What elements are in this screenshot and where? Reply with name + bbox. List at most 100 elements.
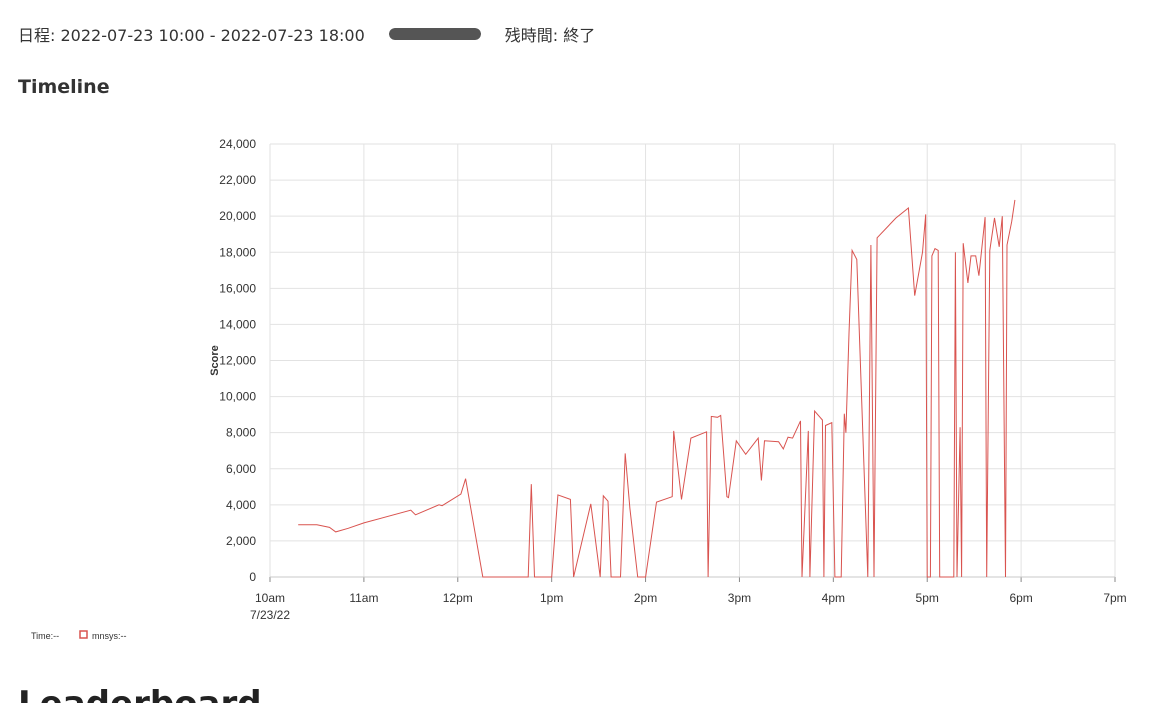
data-point (956, 576, 957, 577)
y-tick-label: 16,000 (219, 281, 256, 295)
series-line-mnsys (298, 199, 1016, 578)
data-point (442, 505, 443, 506)
x-tick-label: 12pm (443, 591, 473, 605)
y-tick-label: 4,000 (226, 498, 256, 512)
data-point (925, 214, 926, 215)
data-point (298, 524, 299, 525)
data-point (823, 576, 824, 577)
data-point (999, 246, 1000, 247)
x-tick-label: 11am (349, 591, 378, 605)
data-point (1014, 199, 1015, 200)
data-point (726, 496, 727, 497)
data-point (531, 483, 532, 484)
data-point (867, 576, 868, 577)
y-tick-label: 0 (249, 570, 256, 584)
page: 日程: 2022-07-23 10:00 - 2022-07-23 18:00 … (0, 0, 1170, 703)
schedule-text: 日程: 2022-07-23 10:00 - 2022-07-23 18:00 (18, 26, 365, 45)
x-tick-label: 2pm (634, 591, 657, 605)
legend-series: mnsys:-- (92, 631, 127, 641)
data-point (927, 576, 928, 577)
data-point (645, 576, 646, 577)
x-tick-label: 10am (255, 591, 285, 605)
data-point (528, 576, 529, 577)
data-point (673, 430, 674, 431)
data-point (706, 431, 707, 432)
data-point (1011, 221, 1012, 222)
data-point (551, 576, 552, 577)
data-point (620, 576, 621, 577)
data-point (975, 255, 976, 256)
data-point (801, 576, 802, 577)
data-point (985, 216, 986, 217)
data-point (870, 244, 871, 245)
data-point (329, 527, 330, 528)
data-point (611, 576, 612, 577)
data-point (728, 497, 729, 498)
data-point (637, 576, 638, 577)
data-point (1002, 216, 1003, 217)
y-tick-label: 2,000 (226, 534, 256, 548)
data-point (959, 427, 960, 428)
y-tick-label: 10,000 (219, 390, 256, 404)
data-point (814, 410, 815, 411)
data-point (711, 416, 712, 417)
schedule-row: 日程: 2022-07-23 10:00 - 2022-07-23 18:00 … (18, 22, 595, 46)
data-point (690, 437, 691, 438)
data-point (930, 576, 931, 577)
data-point (845, 432, 846, 433)
data-point (600, 576, 601, 577)
x-tick-label: 7pm (1103, 591, 1126, 605)
x-tick-label: 3pm (728, 591, 751, 605)
data-point (922, 252, 923, 253)
data-point (672, 496, 673, 497)
data-point (800, 420, 801, 421)
data-point (873, 576, 874, 577)
data-point (625, 453, 626, 454)
data-point (363, 522, 364, 523)
progress-bar (388, 28, 481, 40)
data-point (534, 576, 535, 577)
y-tick-label: 8,000 (226, 426, 256, 440)
leaderboard-heading: Leaderboard (18, 684, 262, 703)
data-point (967, 282, 968, 283)
data-point (963, 243, 964, 244)
y-tick-label: 24,000 (219, 137, 256, 151)
y-tick-label: 14,000 (219, 317, 256, 331)
data-point (570, 499, 571, 500)
data-point (852, 250, 853, 251)
data-point (989, 250, 990, 251)
data-point (607, 501, 608, 502)
data-point (877, 237, 878, 238)
data-point (415, 514, 416, 515)
x-tick-label: 6pm (1009, 591, 1032, 605)
data-point (895, 217, 896, 218)
data-point (1006, 244, 1007, 245)
data-point (808, 430, 809, 431)
data-point (758, 437, 759, 438)
x-tick-label: 1pm (540, 591, 563, 605)
x-tick-label: 4pm (822, 591, 845, 605)
y-axis-label: Score (209, 345, 221, 376)
data-point (856, 259, 857, 260)
timeline-chart: 0 2,000 4,000 6,000 8,000 10,000 12,000 14,000 1… (31, 137, 1127, 641)
data-point (460, 493, 461, 494)
data-point (825, 425, 826, 426)
data-point (953, 576, 954, 577)
data-point (939, 576, 940, 577)
data-point (681, 499, 682, 500)
data-point (994, 217, 995, 218)
y-tick-label: 20,000 (219, 209, 256, 223)
y-tick-label: 18,000 (219, 245, 256, 259)
data-point (787, 437, 788, 438)
data-point (629, 508, 630, 509)
data-point (717, 417, 718, 418)
data-point (557, 494, 558, 495)
remaining-time: 残時間: 終了 (504, 26, 596, 45)
data-point (438, 504, 439, 505)
data-point (819, 416, 820, 417)
data-point (573, 576, 574, 577)
data-point (590, 503, 591, 504)
data-point (955, 252, 956, 253)
data-point (736, 440, 737, 441)
data-point (831, 422, 832, 423)
